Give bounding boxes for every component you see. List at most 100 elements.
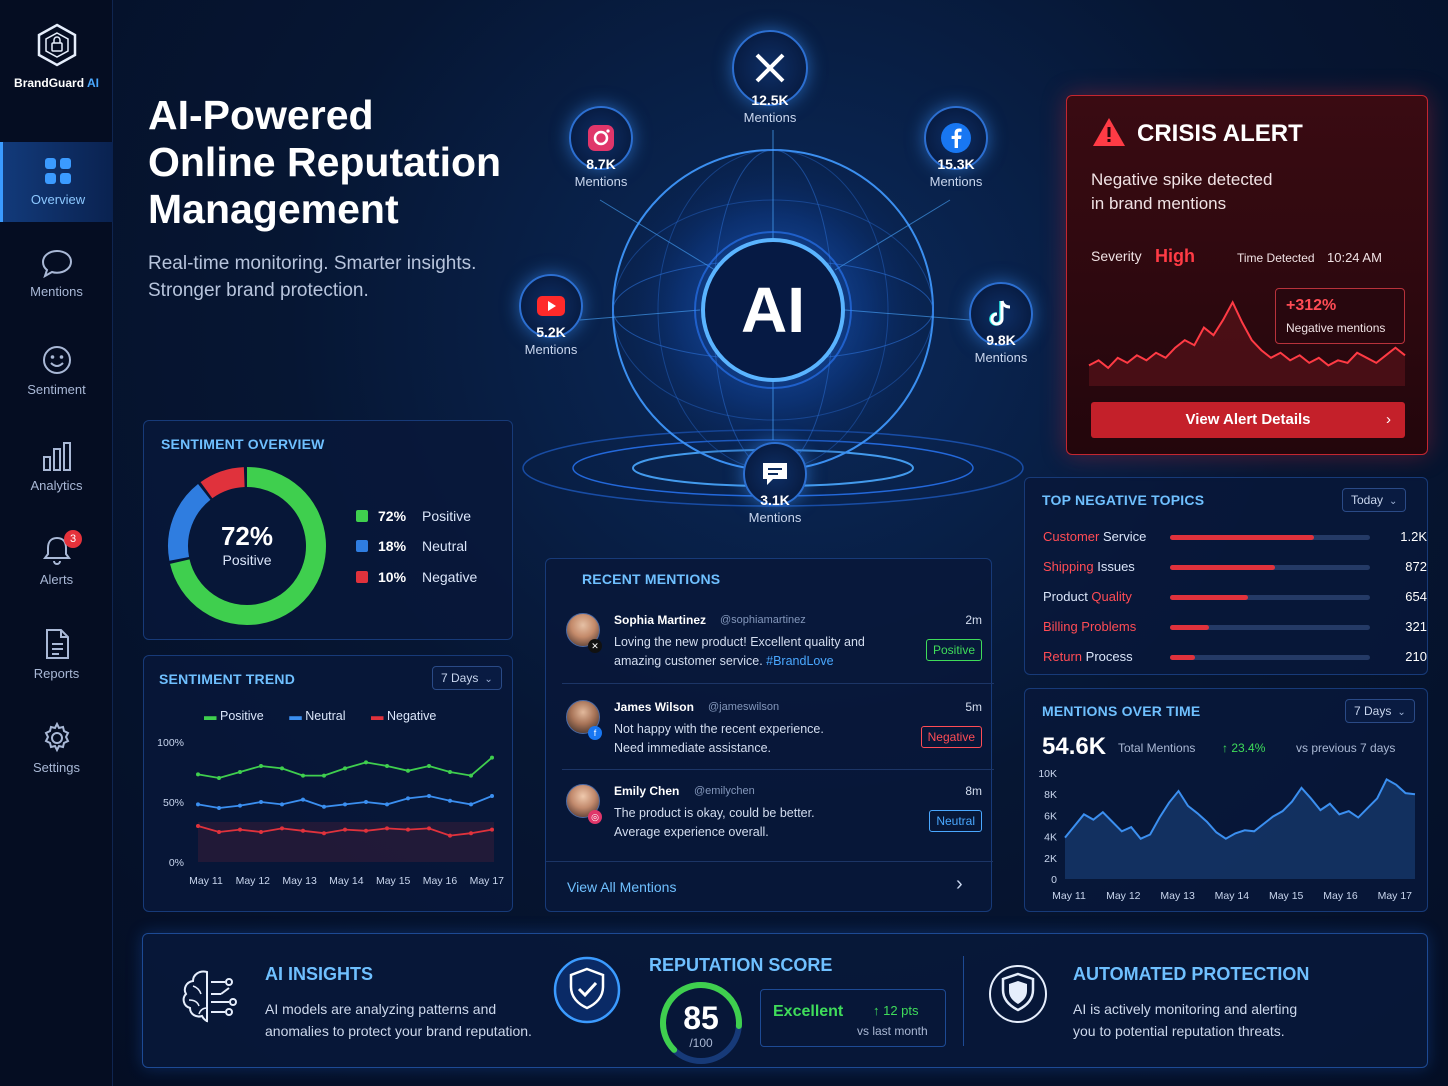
mention-author: James Wilson <box>614 700 694 714</box>
data-point <box>301 773 305 778</box>
mention-handle: @jameswilson <box>708 701 780 713</box>
view-all-mentions-link[interactable]: View All Mentions <box>567 879 676 895</box>
spike-label: Negative mentions <box>1286 321 1386 335</box>
tick-label: May 15 <box>1269 890 1304 902</box>
tick-label: 2K <box>1044 853 1057 865</box>
topic-row[interactable]: Billing Problems 321 <box>1043 619 1427 639</box>
tick-label: May 12 <box>236 875 271 887</box>
nav-label: Sentiment <box>27 382 86 397</box>
nav-sentiment[interactable]: Sentiment <box>0 330 113 410</box>
topic-row[interactable]: Shipping Issues 872 <box>1043 559 1427 579</box>
sentiment-trend-panel: SENTIMENT TREND 7 Days ⌄ ▬ Positive ▬ Neu… <box>143 655 513 912</box>
brain-circuit-icon <box>182 970 237 1023</box>
view-alert-details-button[interactable]: View Alert Details › <box>1091 402 1405 438</box>
facebook-icon <box>941 123 971 153</box>
trend-legend: ▬ Positive ▬ Neutral ▬ Negative <box>204 709 437 723</box>
spike-callout: +312% Negative mentions <box>1275 288 1405 344</box>
data-point <box>448 833 452 838</box>
panel-title: SENTIMENT TREND <box>159 671 295 687</box>
topic-bar <box>1170 655 1370 660</box>
nav-label: Reports <box>33 666 80 681</box>
legend-negative: 10% Negative <box>356 569 477 585</box>
topic-bar-fill <box>1170 625 1209 630</box>
data-point <box>217 806 221 810</box>
data-point <box>469 831 473 836</box>
tick-label: May 17 <box>1378 890 1413 902</box>
mention-handle: @emilychen <box>694 785 755 797</box>
range-dropdown[interactable]: 7 Days ⌄ <box>432 666 502 690</box>
data-point <box>301 797 305 802</box>
nav-mentions[interactable]: Mentions <box>0 234 113 314</box>
score-change-label: vs last month <box>857 1024 928 1038</box>
channel-youtube[interactable]: 5.2K Mentions <box>501 274 601 357</box>
tick-label: May 13 <box>282 875 317 887</box>
chevron-down-icon: ⌄ <box>1397 707 1406 718</box>
nav-analytics[interactable]: Analytics <box>0 426 113 506</box>
x-icon <box>755 53 785 83</box>
legend-neutral: 18% Neutral <box>356 538 467 554</box>
data-point <box>406 796 410 801</box>
tick-label: May 12 <box>1106 890 1141 902</box>
data-point <box>364 800 368 804</box>
data-point <box>385 802 389 807</box>
data-point <box>259 830 263 834</box>
topic-bar-fill <box>1170 565 1275 570</box>
data-point <box>364 760 368 765</box>
severity-value: High <box>1155 246 1195 266</box>
sidebar: BrandGuard AI Overview Mentions Sentimen… <box>0 0 113 1086</box>
data-point <box>490 827 494 832</box>
time-detected-label: Time Detected <box>1237 251 1315 265</box>
mentions-over-time-panel: MENTIONS OVER TIME 7 Days ⌄ 54.6K Total M… <box>1024 688 1428 912</box>
brand-logo[interactable]: BrandGuard AI <box>0 22 113 90</box>
channel-forums[interactable]: 3.1K Mentions <box>725 442 825 525</box>
sentiment-badge: Neutral <box>929 810 982 832</box>
mentions-change-label: vs previous 7 days <box>1296 741 1396 755</box>
data-point <box>343 802 347 807</box>
alerts-badge: 3 <box>64 530 82 548</box>
data-point <box>448 798 452 803</box>
topic-row[interactable]: Product Quality 654 <box>1043 589 1427 609</box>
tick-label: 100% <box>157 737 184 749</box>
range-dropdown[interactable]: Today ⌄ <box>1342 488 1407 512</box>
mention-item[interactable]: ✕ Sophia Martinez @sophiamartinez Loving… <box>562 613 982 693</box>
mention-item[interactable]: ◎ Emily Chen @emilychen The product is o… <box>562 784 982 864</box>
channel-x[interactable]: 12.5K Mentions <box>720 30 820 125</box>
range-dropdown[interactable]: 7 Days ⌄ <box>1345 699 1415 723</box>
channel-label: Mentions <box>748 510 802 525</box>
nav-overview[interactable]: Overview <box>0 142 113 222</box>
chevron-right-icon: › <box>1386 411 1391 428</box>
channel-facebook[interactable]: 15.3K Mentions <box>906 106 1006 189</box>
donut-center: 72% Positive <box>220 521 274 568</box>
chevron-down-icon: ⌄ <box>484 674 493 685</box>
nav-settings[interactable]: Settings <box>0 708 113 788</box>
tick-label: May 14 <box>329 875 364 887</box>
topic-bar <box>1170 595 1370 600</box>
channel-instagram[interactable]: 8.7K Mentions <box>551 106 651 189</box>
mention-item[interactable]: f James Wilson @jameswilson Not happy wi… <box>562 700 982 780</box>
data-point <box>343 827 347 832</box>
nav-alerts[interactable]: 3 Alerts <box>0 520 113 600</box>
instagram-icon <box>588 125 614 151</box>
data-point <box>259 764 263 768</box>
divider <box>546 861 993 862</box>
data-point <box>469 802 473 807</box>
ai-globe: AI 12.5K Mentions 8.7K Mentions 15.3K Me… <box>519 20 1040 540</box>
data-point <box>448 770 452 774</box>
data-point <box>196 824 200 828</box>
divider <box>562 683 994 684</box>
mention-text: The product is okay, could be better. Av… <box>614 806 815 839</box>
panel-title: TOP NEGATIVE TOPICS <box>1042 492 1205 508</box>
tick-label: May 17 <box>470 875 505 887</box>
topic-row[interactable]: Return Process 210 <box>1043 649 1427 669</box>
topic-row[interactable]: Customer Service 1.2K <box>1043 529 1427 549</box>
data-point <box>490 755 494 760</box>
data-point <box>364 828 368 833</box>
instagram-icon: ◎ <box>588 810 602 824</box>
channel-value: 5.2K <box>536 324 566 340</box>
topic-bar <box>1170 535 1370 540</box>
nav-label: Settings <box>33 760 80 775</box>
divider <box>562 769 994 770</box>
channel-tiktok[interactable]: 9.8K Mentions <box>951 282 1051 365</box>
chevron-right-icon[interactable]: › <box>956 873 963 896</box>
nav-reports[interactable]: Reports <box>0 614 113 694</box>
